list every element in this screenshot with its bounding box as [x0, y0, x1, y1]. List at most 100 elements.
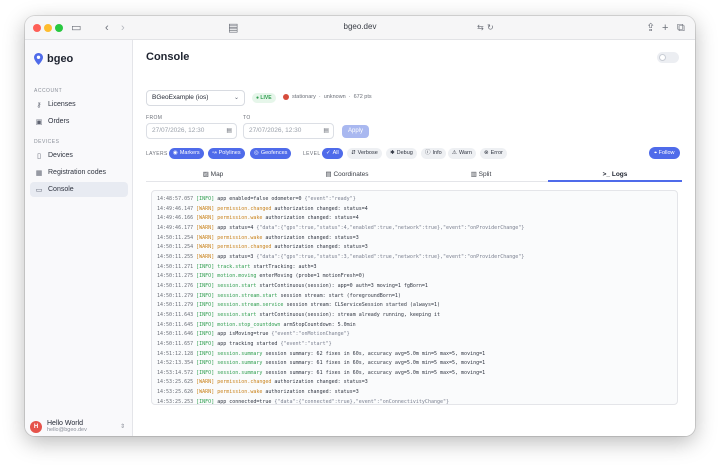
translate-icon[interactable]: ⇆ [477, 20, 484, 36]
browser-window: ▭ ‹ › ▤ bgeo.dev ⇆ ↻ ⇪ + ⧉ bgeo ACCOUNT … [25, 16, 695, 436]
log-timestamp: 14:50:11.271 [157, 263, 194, 270]
level-verbose-toggle[interactable]: ⇵ Verbose [347, 148, 382, 159]
log-timestamp: 14:49:46.177 [157, 224, 194, 231]
share-icon[interactable]: ⇪ [646, 20, 655, 36]
chip-label: Polylines [218, 150, 241, 156]
log-message: startContinuous(session): stream already… [256, 311, 440, 318]
locate-icon: ⌖ [654, 150, 658, 156]
tab-label: Logs [611, 171, 628, 178]
log-level: [INFO] [196, 331, 215, 338]
to-label: TO [243, 115, 251, 121]
log-event: session.summary [217, 350, 263, 357]
brand[interactable]: bgeo [34, 53, 73, 65]
layer-geofences-toggle[interactable]: ◎ Geofences [250, 148, 292, 159]
layer-markers-toggle[interactable]: ◉ Markers [169, 148, 204, 159]
log-level: [INFO] [196, 282, 215, 289]
log-event: session.stream.start [217, 292, 278, 299]
chevron-updown-icon[interactable]: ⇕ [120, 423, 125, 430]
qr-icon: ▦ [35, 169, 43, 177]
sidebar-item-console[interactable]: ▭ Console [30, 182, 128, 197]
map-icon: ▨ [202, 171, 209, 178]
apply-button[interactable]: Apply [342, 125, 369, 138]
log-timestamp: 14:50:11.657 [157, 340, 194, 347]
level-warn-toggle[interactable]: ⚠ Warn [448, 148, 476, 159]
main-content: Console BGeoExample (ios) ⌄ ● LIVE stati… [133, 40, 695, 436]
log-timestamp: 14:53:14.572 [157, 369, 194, 376]
tab-split[interactable]: ▥ Split [414, 168, 548, 182]
follow-button[interactable]: ⌖ Follow [649, 147, 680, 159]
log-timestamp: 14:53:25.625 [157, 379, 194, 386]
reload-icon[interactable]: ↻ [487, 20, 494, 36]
chevron-down-icon: ⌄ [233, 95, 239, 101]
moon-icon [659, 54, 666, 61]
theme-toggle[interactable] [657, 52, 679, 63]
layer-polylines-toggle[interactable]: ↝ Polylines [208, 148, 245, 159]
sidebar-item-devices[interactable]: ▯ Devices [30, 148, 128, 163]
log-level: [WARN] [196, 224, 215, 231]
log-message: app status=4 [217, 224, 257, 231]
device-select[interactable]: BGeoExample (ios) ⌄ [146, 90, 245, 106]
log-level: [WARN] [196, 215, 215, 222]
log-line: 14:50:11.279 [INFO] session.stream.servi… [157, 301, 677, 311]
log-timestamp: 14:53:25.253 [157, 398, 194, 405]
orders-icon: ▣ [35, 118, 43, 126]
log-event: session.start [217, 311, 257, 318]
to-datetime-value: 27/07/2026, 12:30 [249, 127, 302, 134]
to-datetime-input[interactable]: 27/07/2026, 12:30 ▤ [243, 123, 334, 139]
new-tab-icon[interactable]: + [662, 20, 668, 36]
sidebar-item-label: Licenses [48, 101, 76, 108]
marker-icon: ◉ [173, 150, 178, 156]
section-label-account: ACCOUNT [34, 88, 63, 94]
log-payload: {"event":"ready"} [304, 196, 356, 202]
address-bar[interactable]: bgeo.dev [25, 22, 695, 31]
level-label: LEVEL [303, 151, 321, 157]
log-level: [INFO] [196, 340, 215, 347]
calendar-icon[interactable]: ▤ [226, 124, 232, 138]
log-message: authorization changed: status=3 [262, 389, 359, 396]
sidebar-item-orders[interactable]: ▣ Orders [30, 114, 128, 129]
log-timestamp: 14:49:46.147 [157, 205, 194, 212]
sidebar-item-registration-codes[interactable]: ▦ Registration codes [30, 165, 128, 180]
user-menu[interactable]: H Hello World hello@bgeo.dev [30, 420, 87, 433]
chip-label: All [332, 150, 339, 156]
log-message: authorization changed: status=4 [271, 205, 368, 212]
log-line: 14:49:46.177 [WARN] app status=4 {"data"… [157, 224, 677, 234]
level-debug-toggle[interactable]: ✱ Debug [386, 148, 417, 159]
tab-coordinates[interactable]: ▤ Coordinates [280, 168, 414, 182]
title-bar: ▭ ‹ › ▤ bgeo.dev ⇆ ↻ ⇪ + ⧉ [25, 16, 695, 40]
log-message: session stream: start (foregroundBorn=1) [277, 292, 401, 299]
log-message: session summary: 62 fixes in 60s, accura… [262, 350, 486, 357]
log-level: [WARN] [196, 253, 215, 260]
log-timestamp: 14:50:11.646 [157, 331, 194, 338]
status-separator: · [318, 94, 321, 100]
view-tabs: ▨ Map ▤ Coordinates ▥ Split >_ Logs [146, 168, 682, 182]
sidebar-item-licenses[interactable]: ⚷ Licenses [30, 97, 128, 112]
log-timestamp: 14:50:11.645 [157, 321, 194, 328]
log-level: [WARN] [196, 244, 215, 251]
tab-overview-icon[interactable]: ⧉ [677, 20, 685, 36]
log-message: authorization changed: status=3 [262, 234, 359, 241]
status-points: 672 pts [353, 94, 372, 100]
log-message: app status=3 [217, 253, 257, 260]
level-error-toggle[interactable]: ⊗ Error [480, 148, 507, 159]
log-event: permission.changed [217, 205, 272, 212]
log-line: 14:53:14.572 [INFO] session.summary sess… [157, 369, 677, 379]
log-message: session summary: 61 fixes in 60s, accura… [262, 360, 486, 367]
chip-label: Debug [396, 150, 413, 156]
log-payload: {"data":{"gps":true,"status":4,"enabled"… [256, 224, 525, 231]
calendar-icon[interactable]: ▤ [323, 124, 329, 138]
level-all-toggle[interactable]: ✓ All [322, 148, 343, 159]
layers-label: LAYERS [146, 151, 168, 157]
log-timestamp: 14:52:13.354 [157, 360, 194, 367]
level-info-toggle[interactable]: ⓘ Info [421, 148, 446, 159]
user-name: Hello World [47, 420, 84, 427]
status-state: stationary [292, 94, 316, 100]
log-timestamp: 14:50:11.255 [157, 253, 194, 260]
log-output[interactable]: 14:48:57.057 [INFO] app enabled=false od… [151, 190, 678, 405]
log-message: app tracking started [217, 340, 281, 347]
from-datetime-input[interactable]: 27/07/2026, 12:30 ▤ [146, 123, 237, 139]
bug-icon: ✱ [390, 150, 395, 156]
tab-logs[interactable]: >_ Logs [548, 168, 682, 182]
tab-map[interactable]: ▨ Map [146, 168, 280, 182]
terminal-icon: >_ [602, 171, 611, 178]
